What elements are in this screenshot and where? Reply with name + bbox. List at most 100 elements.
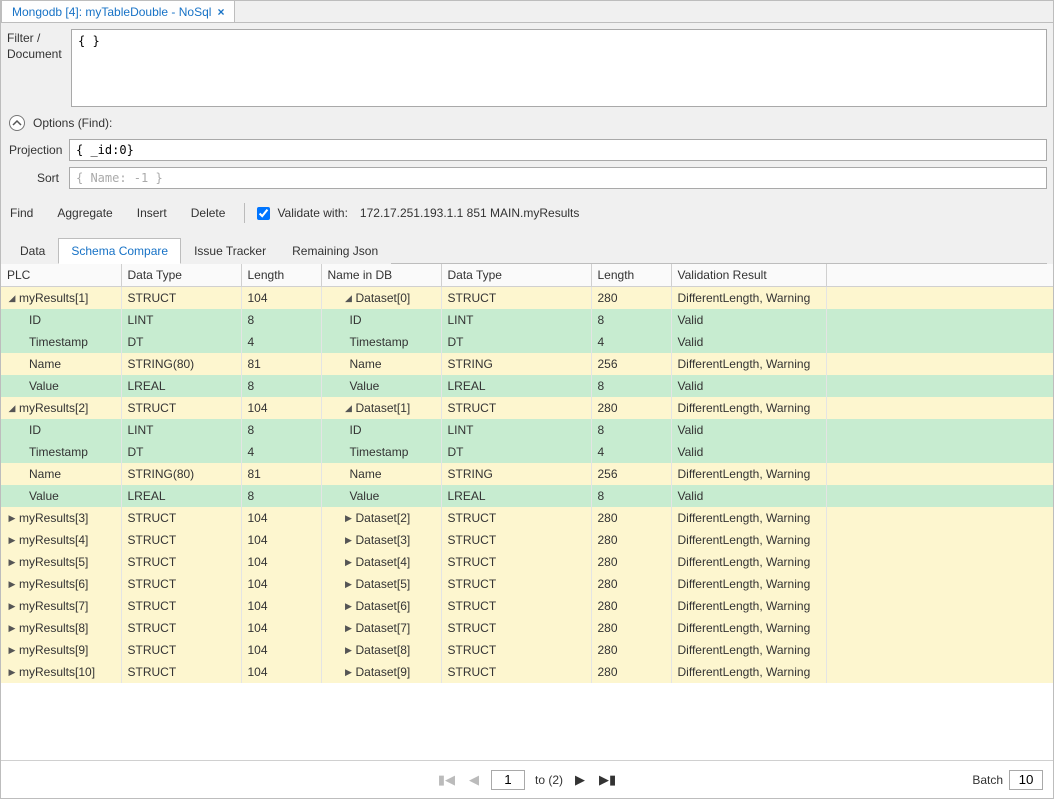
chevron-right-icon[interactable]: ▶ — [7, 513, 17, 524]
chevron-right-icon[interactable]: ▶ — [7, 667, 17, 678]
table-row[interactable]: ▶myResults[6]STRUCT104▶Dataset[5]STRUCT2… — [1, 573, 1053, 595]
cell-data-type-2: LREAL — [441, 375, 591, 397]
cell-spare — [826, 331, 1053, 353]
column-header-length-2[interactable]: Length — [591, 264, 671, 287]
sort-label: Sort — [7, 171, 63, 185]
chevron-right-icon[interactable]: ▶ — [344, 667, 354, 678]
tab-remaining-json[interactable]: Remaining Json — [279, 238, 391, 264]
cell-plc: ID — [1, 309, 121, 331]
pager-page-input[interactable] — [491, 770, 525, 790]
table-row[interactable]: ValueLREAL8ValueLREAL8Valid — [1, 375, 1053, 397]
cell-length-2: 8 — [591, 309, 671, 331]
chevron-right-icon[interactable]: ▶ — [344, 513, 354, 524]
chevron-down-icon[interactable]: ◢ — [344, 403, 354, 414]
pager-to-label: to (2) — [535, 773, 563, 787]
table-row[interactable]: IDLINT8IDLINT8Valid — [1, 309, 1053, 331]
chevron-up-icon — [12, 118, 22, 128]
tab-issue-tracker[interactable]: Issue Tracker — [181, 238, 279, 264]
batch-input[interactable] — [1009, 770, 1043, 790]
chevron-down-icon[interactable]: ◢ — [7, 403, 17, 414]
chevron-right-icon[interactable]: ▶ — [7, 601, 17, 612]
pager-prev-icon[interactable]: ◀ — [467, 772, 481, 788]
pager-next-icon[interactable]: ▶ — [573, 772, 587, 788]
options-find-header: Options (Find): — [33, 116, 112, 130]
cell-plc: ▶myResults[8] — [1, 617, 121, 639]
validate-with-checkbox[interactable]: Validate with: — [253, 204, 347, 223]
find-button[interactable]: Find — [7, 201, 44, 225]
table-row[interactable]: ▶myResults[3]STRUCT104▶Dataset[2]STRUCT2… — [1, 507, 1053, 529]
chevron-right-icon[interactable]: ▶ — [344, 645, 354, 656]
cell-data-type-1: STRUCT — [121, 397, 241, 419]
cell-data-type-2: DT — [441, 441, 591, 463]
cell-name-in-db: Name — [321, 353, 441, 375]
sort-input[interactable] — [69, 167, 1047, 189]
chevron-right-icon[interactable]: ▶ — [344, 623, 354, 634]
table-row[interactable]: NameSTRING(80)81NameSTRING256DifferentLe… — [1, 463, 1053, 485]
cell-length-2: 280 — [591, 507, 671, 529]
cell-plc: ◢myResults[2] — [1, 397, 121, 419]
document-tab[interactable]: Mongodb [4]: myTableDouble - NoSql × — [1, 0, 235, 22]
table-row[interactable]: ▶myResults[9]STRUCT104▶Dataset[8]STRUCT2… — [1, 639, 1053, 661]
cell-data-type-1: STRUCT — [121, 551, 241, 573]
column-header-name-in-db[interactable]: Name in DB — [321, 264, 441, 287]
chevron-right-icon[interactable]: ▶ — [344, 535, 354, 546]
column-header-validation-result[interactable]: Validation Result — [671, 264, 826, 287]
chevron-right-icon[interactable]: ▶ — [7, 535, 17, 546]
cell-data-type-1: STRUCT — [121, 529, 241, 551]
cell-length-2: 280 — [591, 287, 671, 310]
pager-first-icon[interactable]: ▮◀ — [436, 772, 457, 788]
table-row[interactable]: TimestampDT4TimestampDT4Valid — [1, 441, 1053, 463]
table-row[interactable]: ◢myResults[1]STRUCT104◢Dataset[0]STRUCT2… — [1, 287, 1053, 310]
chevron-right-icon[interactable]: ▶ — [7, 645, 17, 656]
chevron-right-icon[interactable]: ▶ — [7, 623, 17, 634]
table-row[interactable]: NameSTRING(80)81NameSTRING256DifferentLe… — [1, 353, 1053, 375]
table-row[interactable]: ▶myResults[7]STRUCT104▶Dataset[6]STRUCT2… — [1, 595, 1053, 617]
table-row[interactable]: ▶myResults[5]STRUCT104▶Dataset[4]STRUCT2… — [1, 551, 1053, 573]
cell-length-2: 280 — [591, 551, 671, 573]
filter-document-input[interactable]: { } — [71, 29, 1047, 107]
cell-name-in-db: ◢Dataset[1] — [321, 397, 441, 419]
options-collapse-toggle[interactable] — [9, 115, 25, 131]
chevron-right-icon[interactable]: ▶ — [7, 579, 17, 590]
validate-with-checkbox-input[interactable] — [257, 207, 270, 220]
pager-last-icon[interactable]: ▶▮ — [597, 772, 618, 788]
cell-length-1: 104 — [241, 639, 321, 661]
column-header-length-1[interactable]: Length — [241, 264, 321, 287]
aggregate-button[interactable]: Aggregate — [46, 201, 123, 225]
chevron-right-icon[interactable]: ▶ — [344, 579, 354, 590]
table-row[interactable]: ◢myResults[2]STRUCT104◢Dataset[1]STRUCT2… — [1, 397, 1053, 419]
cell-length-2: 256 — [591, 353, 671, 375]
projection-input[interactable] — [69, 139, 1047, 161]
cell-length-1: 4 — [241, 331, 321, 353]
cell-spare — [826, 353, 1053, 375]
chevron-right-icon[interactable]: ▶ — [344, 557, 354, 568]
insert-button[interactable]: Insert — [126, 201, 178, 225]
table-row[interactable]: IDLINT8IDLINT8Valid — [1, 419, 1053, 441]
chevron-down-icon[interactable]: ◢ — [7, 293, 17, 304]
table-row[interactable]: TimestampDT4TimestampDT4Valid — [1, 331, 1053, 353]
table-row[interactable]: ValueLREAL8ValueLREAL8Valid — [1, 485, 1053, 507]
cell-plc: ▶myResults[7] — [1, 595, 121, 617]
table-row[interactable]: ▶myResults[4]STRUCT104▶Dataset[3]STRUCT2… — [1, 529, 1053, 551]
chevron-down-icon[interactable]: ◢ — [344, 293, 354, 304]
cell-validation-result: Valid — [671, 375, 826, 397]
chevron-right-icon[interactable]: ▶ — [7, 557, 17, 568]
cell-data-type-1: STRUCT — [121, 287, 241, 310]
cell-plc: Value — [1, 375, 121, 397]
column-header-data-type-1[interactable]: Data Type — [121, 264, 241, 287]
cell-length-2: 4 — [591, 441, 671, 463]
cell-data-type-1: LREAL — [121, 375, 241, 397]
cell-spare — [826, 551, 1053, 573]
close-icon[interactable]: × — [217, 5, 224, 19]
delete-button[interactable]: Delete — [180, 201, 237, 225]
cell-plc: ▶myResults[6] — [1, 573, 121, 595]
column-header-data-type-2[interactable]: Data Type — [441, 264, 591, 287]
column-header-plc[interactable]: PLC — [1, 264, 121, 287]
table-row[interactable]: ▶myResults[8]STRUCT104▶Dataset[7]STRUCT2… — [1, 617, 1053, 639]
tab-data[interactable]: Data — [7, 238, 58, 264]
cell-plc: ▶myResults[10] — [1, 661, 121, 683]
cell-data-type-1: STRUCT — [121, 595, 241, 617]
table-row[interactable]: ▶myResults[10]STRUCT104▶Dataset[9]STRUCT… — [1, 661, 1053, 683]
chevron-right-icon[interactable]: ▶ — [344, 601, 354, 612]
tab-schema-compare[interactable]: Schema Compare — [58, 238, 181, 264]
